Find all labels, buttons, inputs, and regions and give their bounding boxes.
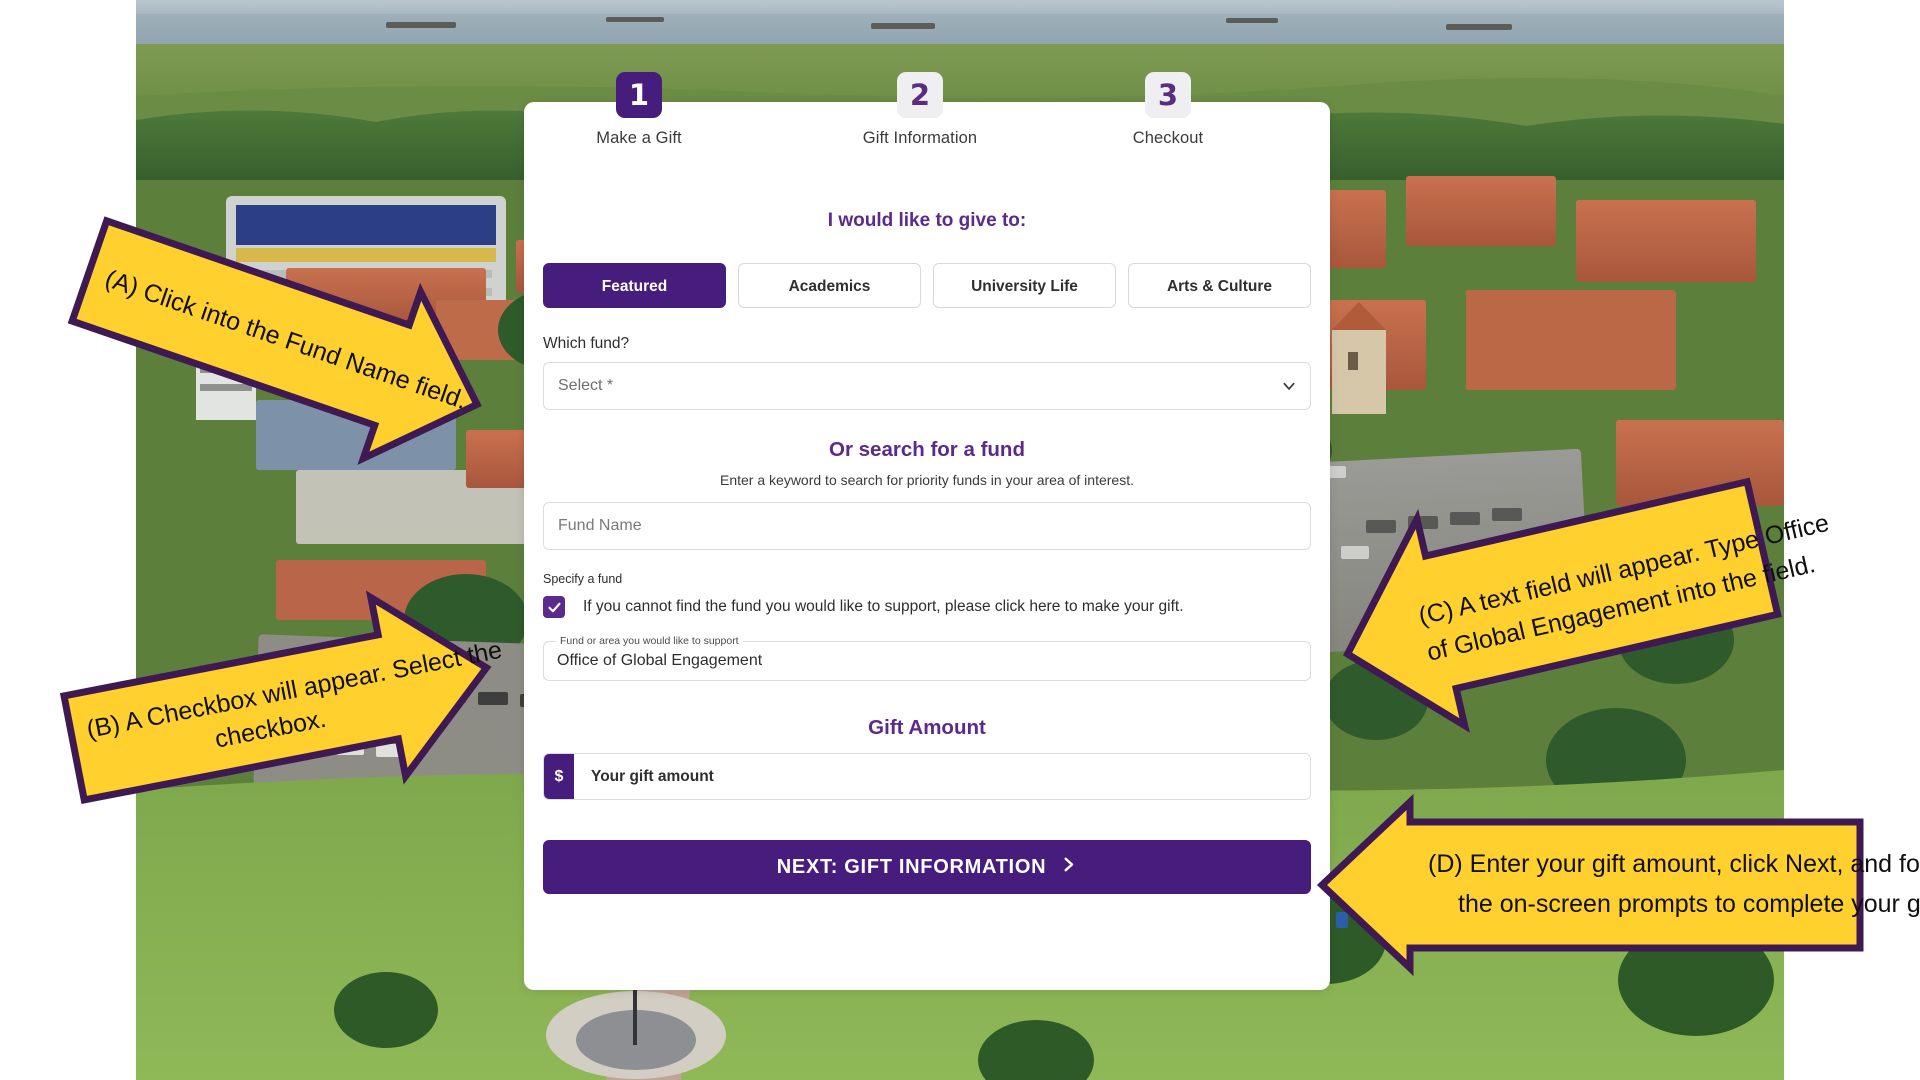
fund-select-placeholder: Select *: [558, 377, 614, 394]
support-fund-field-value: Office of Global Engagement: [557, 652, 763, 669]
specify-fund-checkbox[interactable]: [543, 596, 565, 618]
callout-b: (B) A Checkbox will appear. Select the c…: [59, 580, 530, 830]
chevron-down-icon: [1282, 379, 1296, 393]
tab-arts-culture[interactable]: Arts & Culture: [1128, 263, 1311, 308]
callout-d: (D) Enter your gift amount, click Next, …: [1310, 793, 1920, 977]
next-button-label: NEXT: GIFT INFORMATION: [776, 855, 1047, 878]
step-2-badge: 2: [897, 72, 943, 118]
callout-a: (A) Click into the Fund Name field.: [60, 215, 530, 545]
callout-d-line-2: the on-screen prompts to complete your g…: [1458, 890, 1920, 918]
support-fund-field[interactable]: Fund or area you would like to support O…: [543, 635, 1311, 681]
step-2-gift-information[interactable]: 2 Gift Information: [840, 72, 1000, 148]
step-3-badge: 3: [1145, 72, 1191, 118]
step-2-label: Gift Information: [862, 129, 978, 147]
chevron-right-icon: [1060, 856, 1077, 879]
search-fund-note: Enter a keyword to search for priority f…: [720, 472, 1134, 488]
next-gift-information-button[interactable]: NEXT: GIFT INFORMATION: [543, 840, 1311, 894]
specify-a-fund-label: Specify a fund: [543, 572, 623, 586]
specify-fund-checkbox-row[interactable]: If you cannot find the fund you would li…: [524, 596, 1330, 618]
fund-name-input[interactable]: Fund Name: [543, 502, 1311, 550]
tab-academics[interactable]: Academics: [738, 263, 921, 308]
callout-c: (C) A text field will appear. Type Offic…: [1320, 455, 1832, 755]
step-3-checkout[interactable]: 3 Checkout: [1088, 72, 1248, 148]
tab-university-life[interactable]: University Life: [933, 263, 1116, 308]
which-fund-label: Which fund?: [543, 335, 630, 352]
step-indicator: 1 Make a Gift 2 Gift Information 3 Check…: [524, 72, 1330, 182]
search-fund-heading: Or search for a fund: [829, 438, 1025, 461]
give-to-heading: I would like to give to:: [827, 210, 1027, 231]
specify-fund-checkbox-label: If you cannot find the fund you would li…: [583, 598, 1184, 615]
step-1-badge: 1: [616, 72, 662, 118]
callout-d-line-1: (D) Enter your gift amount, click Next, …: [1428, 850, 1920, 878]
dollar-sign-icon: $: [544, 754, 574, 799]
step-1-label: Make a Gift: [596, 129, 682, 147]
step-1-make-a-gift[interactable]: 1 Make a Gift: [559, 72, 719, 148]
tab-featured[interactable]: Featured: [543, 263, 726, 308]
step-3-label: Checkout: [1132, 129, 1204, 147]
check-icon: [547, 602, 561, 612]
gift-amount-heading: Gift Amount: [868, 716, 986, 739]
gift-amount-row: $ Your gift amount: [543, 753, 1311, 800]
donation-form-card: 1 Make a Gift 2 Gift Information 3 Check…: [524, 72, 1330, 990]
gift-amount-input[interactable]: Your gift amount: [574, 754, 1310, 799]
category-tabs: Featured Academics University Life Arts …: [524, 263, 1330, 308]
fund-select[interactable]: Select *: [543, 362, 1311, 410]
